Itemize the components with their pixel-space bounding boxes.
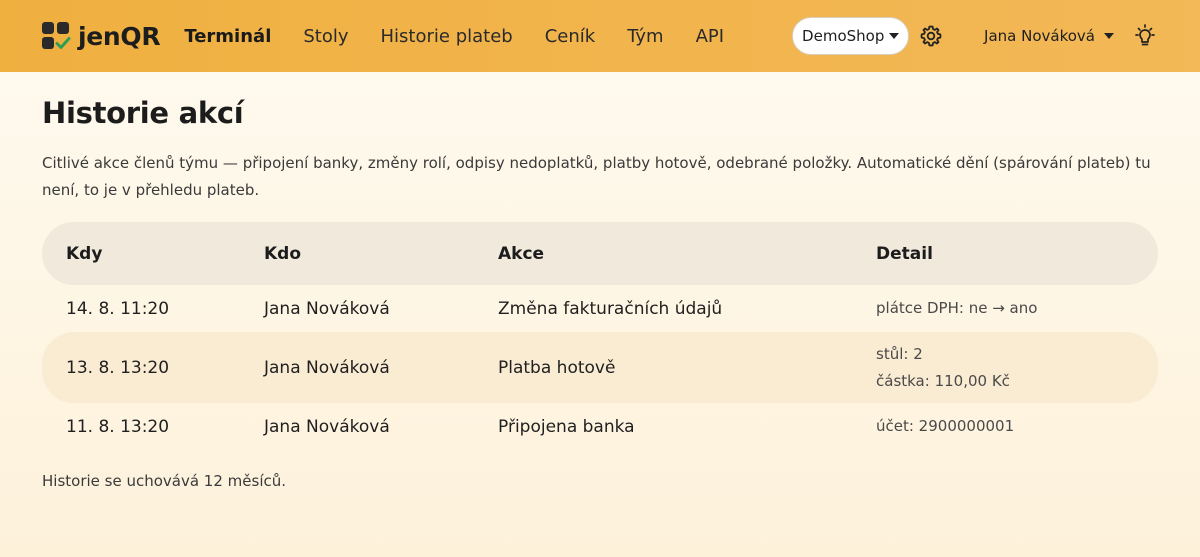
top-navbar: jenQR Terminál Stoly Historie plateb Cen… [0, 0, 1200, 72]
detail-line: částka: 110,00 Kč [876, 371, 1010, 390]
table-row: 13. 8. 13:20 Jana Nováková Platba hotově… [42, 332, 1158, 403]
cell-action: Platba hotově [498, 357, 616, 378]
chevron-down-icon [1104, 33, 1114, 39]
detail-line: účet: 2900000001 [876, 417, 1015, 435]
chevron-down-icon [889, 33, 900, 39]
brand-logo[interactable]: jenQR [42, 21, 161, 51]
retention-note: Historie se uchovává 12 měsíců. [42, 472, 287, 490]
column-header-kdo: Kdo [264, 243, 302, 264]
audit-table: Kdy Kdo Akce Detail 14. 8. 11:20 Jana No… [42, 222, 1158, 450]
cell-detail: stůl: 2 částka: 110,00 Kč [876, 341, 1158, 395]
brand-name: jenQR [78, 21, 161, 51]
cell-who: Jana Nováková [264, 357, 390, 378]
column-header-akce: Akce [498, 243, 545, 264]
lightbulb-icon[interactable] [1132, 23, 1158, 49]
column-header-detail: Detail [876, 243, 933, 264]
main-nav: Terminál Stoly Historie plateb Ceník Tým… [184, 26, 756, 47]
cell-detail: plátce DPH: ne → ano [876, 295, 1158, 322]
nav-link-tym[interactable]: Tým [627, 26, 663, 47]
page-title: Historie akcí [42, 96, 244, 130]
cell-who: Jana Nováková [264, 298, 390, 319]
cell-detail: účet: 2900000001 [876, 413, 1158, 440]
cell-who: Jana Nováková [264, 416, 390, 437]
nav-link-cenik[interactable]: Ceník [545, 26, 595, 47]
user-menu[interactable]: Jana Nováková [984, 27, 1114, 45]
nav-link-historie-plateb[interactable]: Historie plateb [381, 26, 513, 47]
table-row: 14. 8. 11:20 Jana Nováková Změna faktura… [42, 285, 1158, 332]
detail-line: stůl: 2 [876, 344, 923, 363]
table-row: 11. 8. 13:20 Jana Nováková Připojena ban… [42, 403, 1158, 450]
cell-action: Připojena banka [498, 416, 635, 437]
gear-icon[interactable] [919, 24, 943, 48]
nav-link-stoly[interactable]: Stoly [303, 26, 348, 47]
cell-when: 13. 8. 13:20 [66, 357, 170, 378]
main-content: Historie akcí Citlivé akce členů týmu — … [0, 96, 1200, 490]
detail-line: plátce DPH: ne → ano [876, 299, 1038, 317]
nav-link-terminal[interactable]: Terminál [184, 26, 271, 47]
shop-select-value: DemoShop [802, 27, 885, 45]
shop-select[interactable]: DemoShop [792, 17, 910, 55]
user-name: Jana Nováková [984, 27, 1095, 45]
nav-link-api[interactable]: API [696, 26, 724, 47]
cell-when: 11. 8. 13:20 [66, 416, 170, 437]
nav-right: DemoShop Jana Nováková [792, 0, 1158, 72]
cell-when: 14. 8. 11:20 [66, 298, 170, 319]
table-header: Kdy Kdo Akce Detail [42, 222, 1158, 285]
column-header-kdy: Kdy [66, 243, 103, 264]
page-description: Citlivé akce členů týmu — připojení bank… [42, 154, 1151, 199]
cell-action: Změna fakturačních údajů [498, 298, 723, 319]
logo-icon [42, 22, 71, 50]
